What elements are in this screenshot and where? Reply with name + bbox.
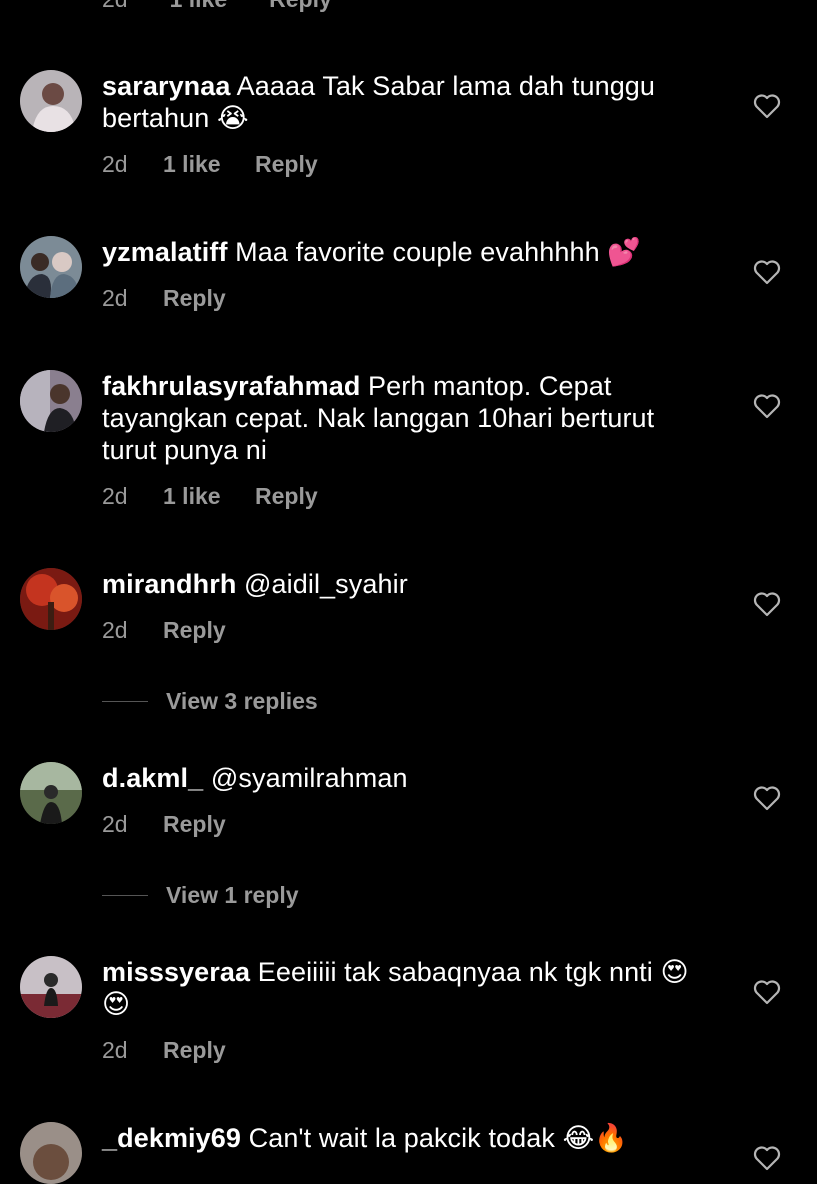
comment-time: 2d <box>102 811 128 837</box>
avatar[interactable] <box>20 568 82 630</box>
reply-button[interactable]: Reply <box>163 811 226 838</box>
heart-outline-icon[interactable] <box>753 1145 781 1171</box>
heart-outline-icon[interactable] <box>753 979 781 1005</box>
comment-time: 2d <box>102 285 128 311</box>
comment-text: fakhrulasyrafahmad Perh mantop. Cepat ta… <box>102 370 702 466</box>
previous-comment-meta: 2d 1 like Reply <box>102 0 374 13</box>
comment-time: 2d <box>102 1037 128 1063</box>
comment-time: 2d <box>102 0 128 13</box>
avatar[interactable] <box>20 70 82 132</box>
comment-time: 2d <box>102 151 128 177</box>
comment-meta: 2d 1 like Reply <box>102 151 318 178</box>
comment-username[interactable]: mirandhrh <box>102 569 236 599</box>
divider-line <box>102 701 148 702</box>
avatar[interactable] <box>20 956 82 1018</box>
comment-username[interactable]: yzmalatiff <box>102 237 228 267</box>
heart-outline-icon[interactable] <box>753 259 781 285</box>
comment-username[interactable]: d.akml_ <box>102 763 203 793</box>
avatar[interactable] <box>20 1122 82 1184</box>
view-replies-label[interactable]: View 3 replies <box>166 688 318 715</box>
view-replies-button[interactable]: View 3 replies <box>102 688 318 715</box>
comment-text: _dekmiy69 Can't wait la pakcik todak 😂🔥 <box>102 1122 702 1154</box>
comment-username[interactable]: misssyeraa <box>102 957 250 987</box>
reply-button[interactable]: Reply <box>163 617 226 644</box>
comment-time: 2d <box>102 483 128 509</box>
comment-text: d.akml_ @syamilrahman <box>102 762 702 794</box>
comment-likes[interactable]: 1 like <box>170 0 228 13</box>
reply-button[interactable]: Reply <box>269 0 332 13</box>
view-replies-label[interactable]: View 1 reply <box>166 882 299 909</box>
heart-outline-icon[interactable] <box>753 393 781 419</box>
avatar[interactable] <box>20 370 82 432</box>
comment-username[interactable]: sararynaa <box>102 71 231 101</box>
comment-body: Can't wait la pakcik todak 😂🔥 <box>241 1123 628 1153</box>
comment-meta: 2d Reply <box>102 285 226 312</box>
avatar[interactable] <box>20 236 82 298</box>
heart-outline-icon[interactable] <box>753 93 781 119</box>
comment-body: Maa favorite couple evahhhhh 💕 <box>227 237 642 267</box>
heart-outline-icon[interactable] <box>753 785 781 811</box>
comment-text: yzmalatiff Maa favorite couple evahhhhh … <box>102 236 702 268</box>
reply-button[interactable]: Reply <box>163 285 226 312</box>
comment-text: misssyeraa Eeeiiiii tak sabaqnyaa nk tgk… <box>102 956 702 1020</box>
heart-outline-icon[interactable] <box>753 591 781 617</box>
comment-username[interactable]: fakhrulasyrafahmad <box>102 371 360 401</box>
comment-likes[interactable]: 1 like <box>163 483 255 510</box>
comment-body: @aidil_syahir <box>236 569 408 599</box>
view-replies-button[interactable]: View 1 reply <box>102 882 299 909</box>
comment-meta: 2d Reply <box>102 1037 226 1064</box>
comment-text: mirandhrh @aidil_syahir <box>102 568 702 600</box>
comment-text: sararynaa Aaaaa Tak Sabar lama dah tungg… <box>102 70 702 134</box>
avatar[interactable] <box>20 762 82 824</box>
comment-meta: 2d 1 like Reply <box>102 483 318 510</box>
comment-meta: 2d Reply <box>102 617 226 644</box>
comment-username[interactable]: _dekmiy69 <box>102 1123 241 1153</box>
divider-line <box>102 895 148 896</box>
reply-button[interactable]: Reply <box>255 151 318 178</box>
comment-likes[interactable]: 1 like <box>163 151 255 178</box>
reply-button[interactable]: Reply <box>255 483 318 510</box>
comment-time: 2d <box>102 617 128 643</box>
comment-meta: 2d Reply <box>102 811 226 838</box>
reply-button[interactable]: Reply <box>163 1037 226 1064</box>
comment-body: @syamilrahman <box>203 763 408 793</box>
